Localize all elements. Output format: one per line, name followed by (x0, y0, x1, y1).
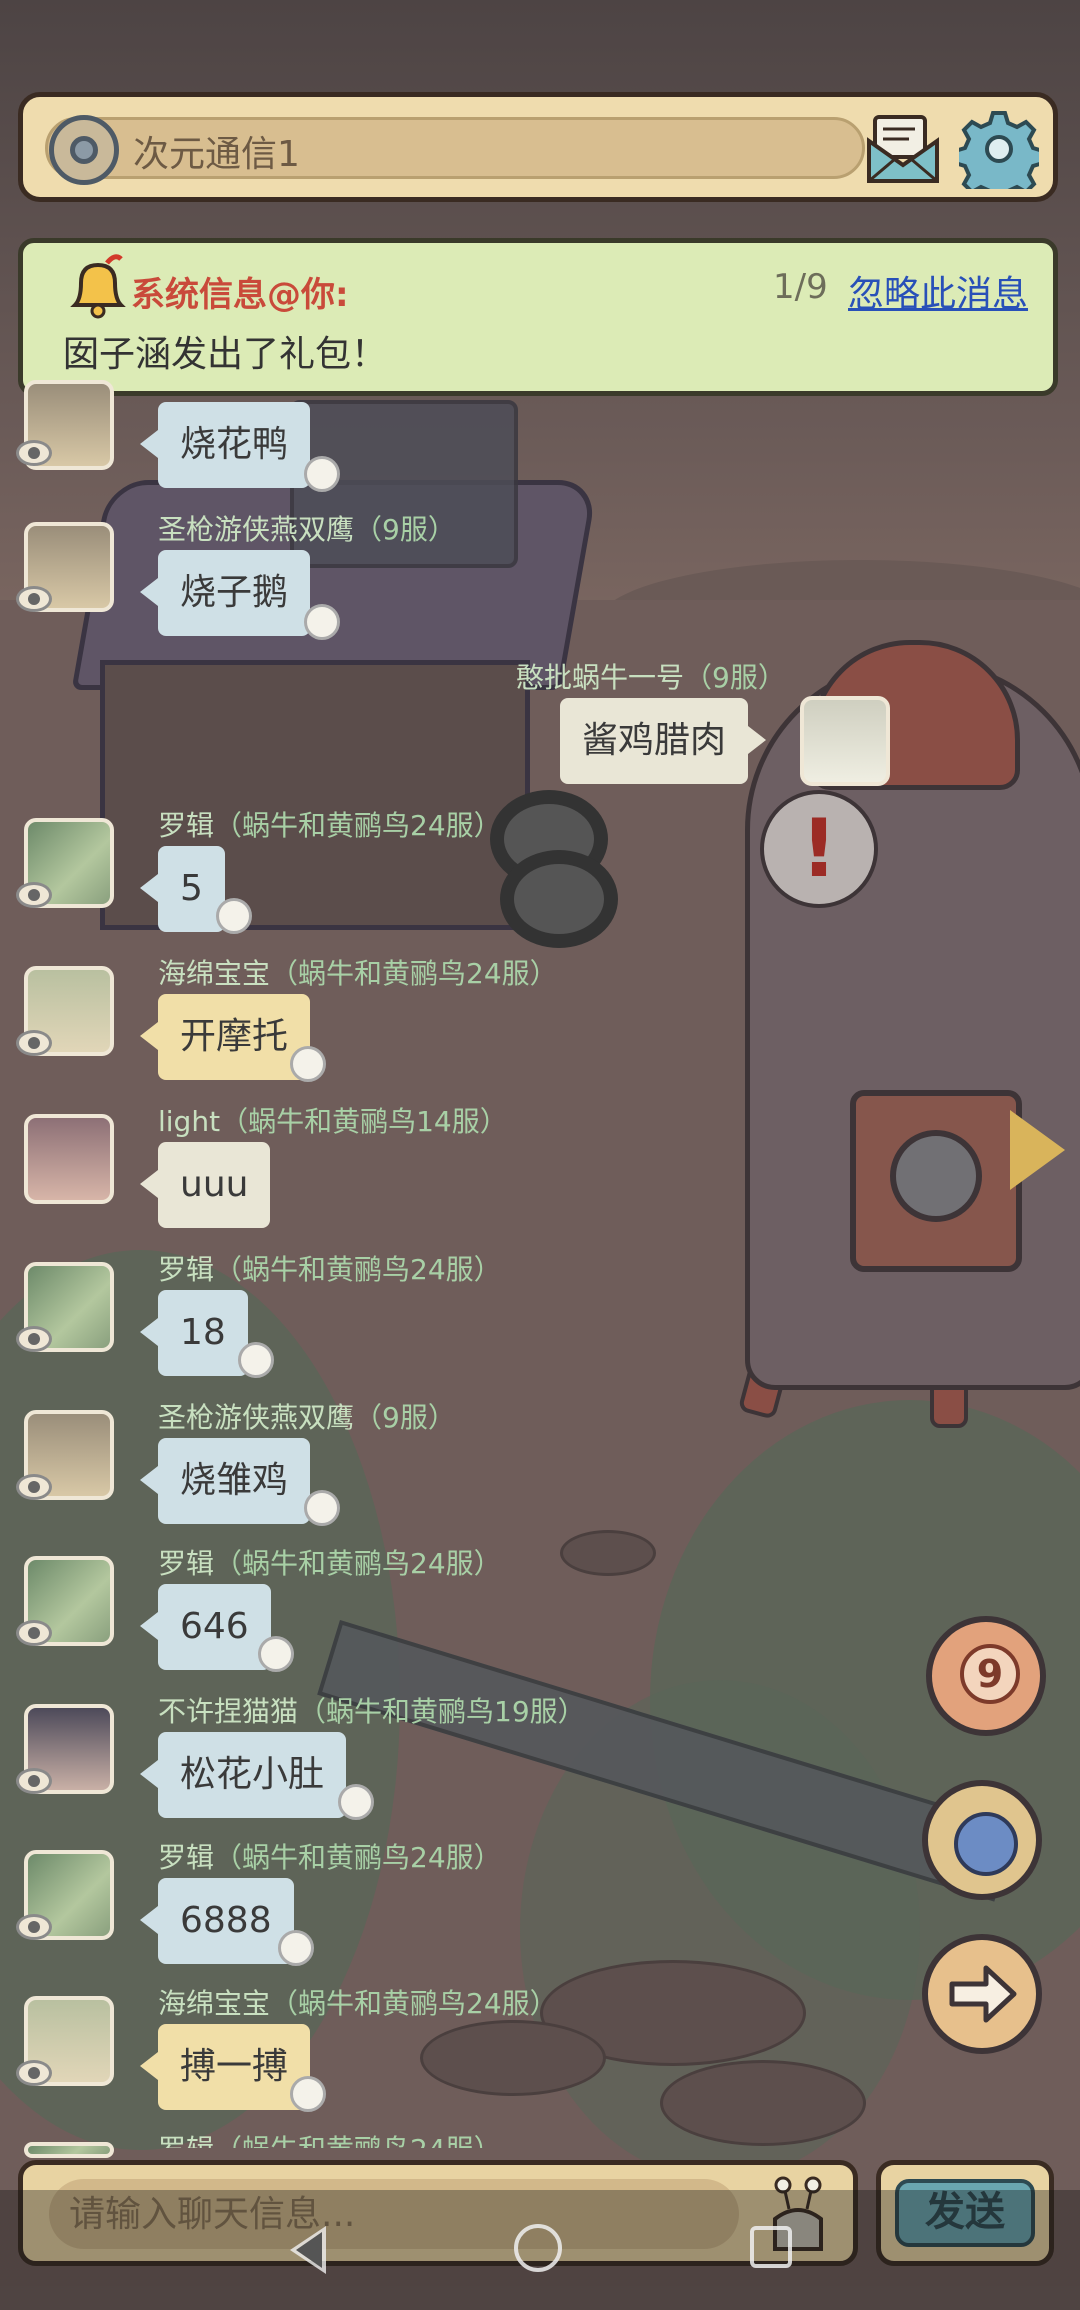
eye-icon[interactable] (16, 440, 52, 466)
reply-icon[interactable] (216, 898, 252, 934)
sender-name: 海绵宝宝（蜗牛和黄鹂鸟24服） (158, 1987, 558, 2020)
arrow-right-button[interactable] (922, 1934, 1042, 2054)
notice-title: 系统信息@你: (131, 275, 349, 315)
eye-icon[interactable] (16, 1620, 52, 1646)
message-bubble[interactable]: 646 (140, 1584, 271, 1670)
message-bubble[interactable]: 烧雏鸡 (139, 1438, 311, 1524)
avatar[interactable] (24, 2142, 114, 2158)
channel-icon[interactable] (49, 115, 119, 185)
avatar[interactable] (800, 696, 890, 786)
rock (560, 1530, 656, 1576)
eye-icon[interactable] (16, 1030, 52, 1056)
notification-badge-button[interactable]: 9 (926, 1616, 1046, 1736)
sender-name: 不许捏猫猫（蜗牛和黄鹂鸟19服） (158, 1695, 586, 1728)
reply-icon[interactable] (304, 456, 340, 492)
message-bubble[interactable]: 6888 (140, 1878, 294, 1964)
tire (500, 850, 618, 948)
eye-icon[interactable] (16, 1914, 52, 1940)
channel-name[interactable]: 次元通信1 (133, 125, 300, 177)
reply-icon[interactable] (290, 1046, 326, 1082)
eye-icon[interactable] (16, 2060, 52, 2086)
system-nav-bar (0, 2190, 1080, 2310)
reply-icon[interactable] (338, 1784, 374, 1820)
rock (660, 2060, 866, 2146)
sender-name: light（蜗牛和黄鹂鸟14服） (158, 1105, 508, 1138)
reply-icon[interactable] (304, 1490, 340, 1526)
bell-icon (70, 254, 126, 319)
play-arrow-icon[interactable] (1010, 1110, 1065, 1190)
planet-button[interactable] (922, 1780, 1042, 1900)
eye-icon[interactable] (16, 1474, 52, 1500)
back-icon[interactable] (290, 2226, 326, 2274)
gear-icon[interactable] (959, 109, 1039, 189)
notice-body: 囡子涵发出了礼包！ (63, 334, 388, 375)
reply-icon[interactable] (304, 604, 340, 640)
message-bubble[interactable]: 搏一搏 (139, 2024, 311, 2110)
rock (420, 2020, 606, 2096)
message-bubble[interactable]: 烧子鹅 (139, 550, 311, 636)
message-bubble[interactable]: 松花小肚 (139, 1732, 347, 1818)
reply-icon[interactable] (238, 1342, 274, 1378)
reply-icon[interactable] (278, 1930, 314, 1966)
avatar[interactable] (24, 1114, 114, 1204)
sender-name: 罗辑（蜗牛和黄鹂鸟24服） (158, 1547, 502, 1580)
sender-name: 憨批蜗牛一号（9服） (516, 661, 786, 694)
rocket-wheel (890, 1130, 982, 1222)
home-icon[interactable] (514, 2224, 562, 2272)
eye-icon[interactable] (16, 586, 52, 612)
message-bubble[interactable]: uuu (139, 1142, 271, 1228)
reply-icon[interactable] (290, 2076, 326, 2112)
message-bubble[interactable]: 酱鸡腊肉 (560, 698, 767, 784)
exclamation-icon[interactable]: ! (760, 790, 878, 908)
badge-nine-icon: 9 (960, 1644, 1020, 1704)
recent-apps-icon[interactable] (750, 2226, 792, 2268)
channel-bar: 次元通信1 (18, 92, 1058, 202)
sender-name: 圣枪游侠燕双鹰（9服） (158, 513, 456, 546)
sender-name: 罗辑（蜗牛和黄鹂鸟24服） (158, 809, 502, 842)
eye-icon[interactable] (16, 882, 52, 908)
notice-count: 1/9 (773, 267, 828, 307)
system-notice: 系统信息@你: 1/9 忽略此消息 囡子涵发出了礼包！ (18, 238, 1058, 396)
sender-name: 海绵宝宝（蜗牛和黄鹂鸟24服） (158, 957, 558, 990)
message-bubble[interactable]: 5 (140, 846, 225, 932)
message-bubble[interactable]: 18 (140, 1290, 248, 1376)
sender-name: 罗辑（蜗牛和黄鹂鸟24服） (158, 2128, 502, 2148)
message-bubble[interactable]: 烧花鸭 (139, 402, 311, 488)
sender-name: 罗辑（蜗牛和黄鹂鸟24服） (158, 1841, 502, 1874)
arrow-right-icon (949, 1965, 1017, 2023)
eye-icon[interactable] (16, 1326, 52, 1352)
mail-icon[interactable] (865, 111, 941, 187)
sender-name: 罗辑（蜗牛和黄鹂鸟24服） (158, 1253, 502, 1286)
ignore-message-link[interactable]: 忽略此消息 (848, 265, 1028, 317)
sender-name: 圣枪游侠燕双鹰（9服） (158, 1401, 456, 1434)
eye-icon[interactable] (16, 1768, 52, 1794)
message-bubble[interactable]: 开摩托 (139, 994, 311, 1080)
reply-icon[interactable] (258, 1636, 294, 1672)
